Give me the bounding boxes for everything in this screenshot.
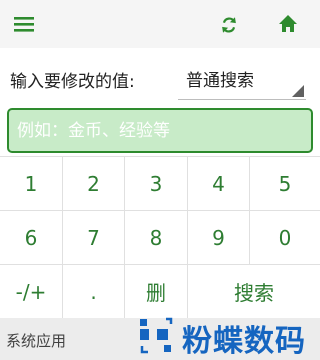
key-7[interactable]: 7	[63, 211, 125, 265]
key-0[interactable]: 0	[250, 211, 320, 265]
watermark-logo: 粉蝶数码	[132, 312, 320, 360]
key-9[interactable]: 9	[188, 211, 250, 265]
key-sign-toggle[interactable]: -/+	[0, 265, 63, 319]
top-toolbar	[0, 0, 320, 48]
key-3[interactable]: 3	[125, 157, 188, 211]
key-2[interactable]: 2	[63, 157, 125, 211]
value-input[interactable]	[7, 108, 313, 153]
key-4[interactable]: 4	[188, 157, 250, 211]
home-icon[interactable]	[278, 14, 298, 34]
dropdown-corner-icon	[292, 85, 304, 97]
keypad: 1 2 3 4 5 6 7 8 9 0 -/+ . 删 搜索	[0, 156, 320, 319]
watermark-text: 粉蝶数码	[182, 324, 306, 359]
key-8[interactable]: 8	[125, 211, 188, 265]
search-mode-value: 普通搜索	[186, 71, 254, 91]
key-6[interactable]: 6	[0, 211, 63, 265]
modify-value-label: 输入要修改的值:	[10, 72, 135, 92]
watermark-logo-icon	[140, 317, 173, 354]
refresh-icon[interactable]	[218, 14, 240, 36]
system-apps-tab[interactable]: 系统应用	[6, 330, 66, 351]
key-5[interactable]: 5	[250, 157, 320, 211]
delete-button[interactable]: 删	[125, 265, 188, 319]
key-decimal[interactable]: .	[63, 265, 125, 319]
key-1[interactable]: 1	[0, 157, 63, 211]
menu-icon[interactable]	[14, 16, 34, 32]
search-mode-select[interactable]: 普通搜索	[178, 56, 306, 100]
search-button[interactable]: 搜索	[188, 265, 320, 319]
